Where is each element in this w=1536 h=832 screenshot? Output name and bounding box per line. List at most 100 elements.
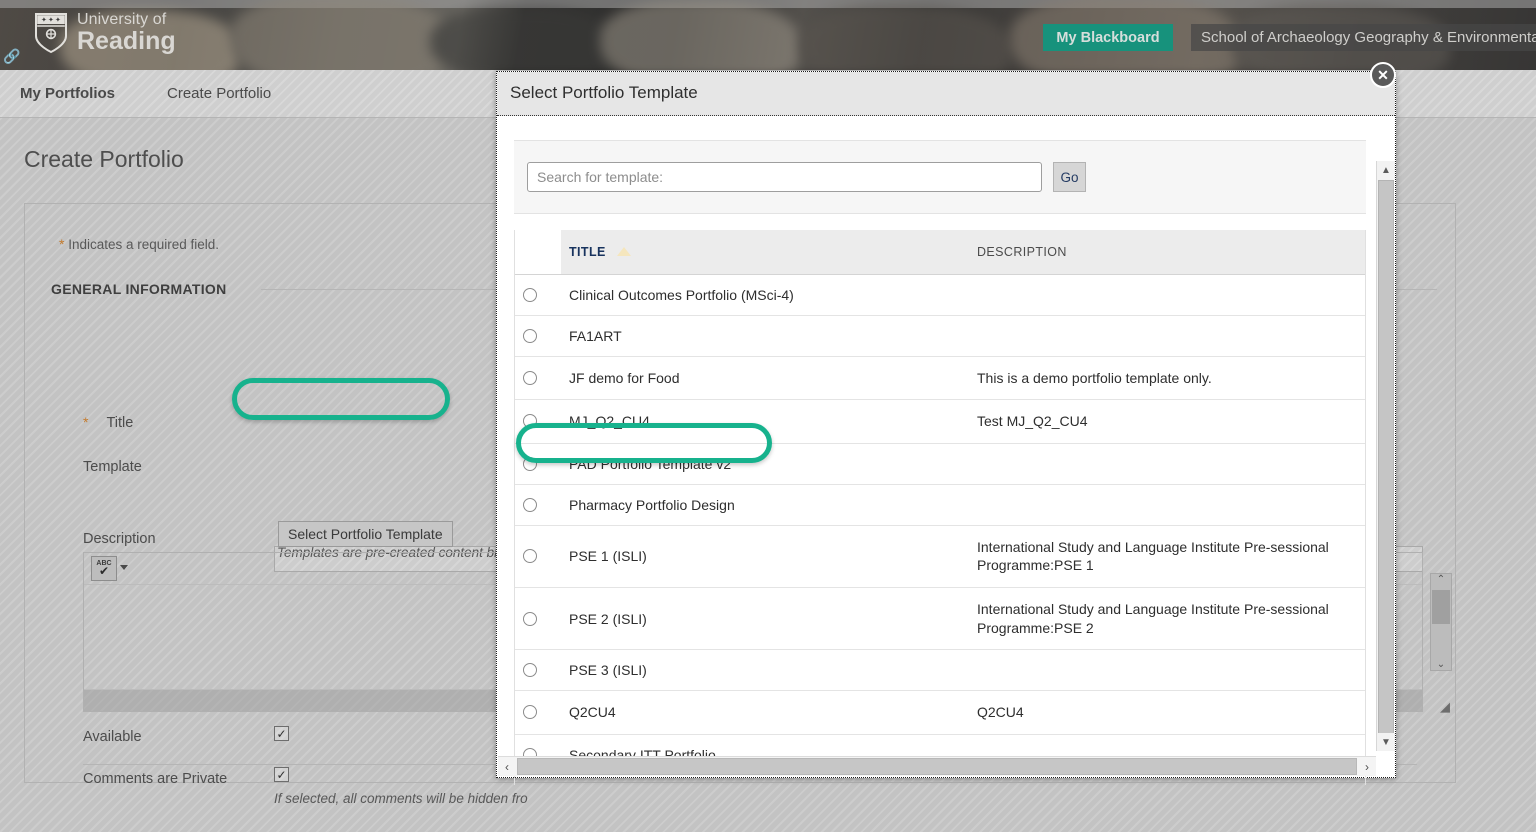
chevron-up-icon[interactable]: ▲ [1377,161,1395,179]
scrollbar-thumb[interactable] [1432,590,1450,624]
template-radio-button[interactable] [523,328,537,343]
search-bar: Go [514,140,1366,214]
table-cell-select [515,775,561,785]
template-radio-button[interactable] [523,663,537,678]
table-cell-select [515,649,561,692]
school-tab[interactable]: School of Archaeology Geography & Enviro… [1191,24,1536,51]
table-cell-description [969,274,1365,316]
table-cell-description [969,443,1365,485]
table-cell-title: Summer Pre-sessional 4 and 5 [561,775,969,785]
template-table-container: TITLE DESCRIPTION Clinical Outcomes Port… [514,230,1366,785]
table-row[interactable]: PSE 1 (ISLI) International Study and Lang… [515,525,1365,588]
table-row[interactable]: Clinical Outcomes Portfolio (MSci-4) [515,274,1365,316]
template-radio-button[interactable] [523,611,537,626]
link-icon[interactable]: 🔗 [2,46,22,66]
university-crest-icon: ✦ ✦ ✦ [35,13,67,54]
table-row[interactable]: Q2CU4 Q2CU4 [515,690,1365,735]
table-cell-description: Test MJ_Q2_CU4 [969,399,1365,444]
available-checkbox[interactable]: ✓ [274,726,289,741]
template-radio-button[interactable] [523,497,537,512]
description-field-label: Description [83,531,156,547]
chevron-down-icon[interactable]: ⌄ [1437,659,1445,670]
comments-private-label: Comments are Private [83,771,228,787]
modal-header: Select Portfolio Template [497,72,1395,116]
logo-line-2: Reading [77,27,176,55]
abc-spellcheck-icon[interactable]: ABC ✔ [91,556,117,581]
column-header-select [515,230,561,275]
modal-vertical-scrollbar[interactable]: ▲ ▼ [1376,161,1395,751]
university-logo[interactable]: ✦ ✦ ✦ University of Reading [34,12,176,54]
table-row[interactable]: PSE 3 (ISLI) [515,649,1365,692]
table-cell-title: Clinical Outcomes Portfolio (MSci-4) [561,274,969,316]
template-radio-button[interactable] [523,370,537,385]
template-radio-button[interactable] [523,456,537,471]
svg-text:✦: ✦ [55,16,61,24]
chevron-left-icon[interactable]: ‹ [498,757,516,776]
select-portfolio-template-button[interactable]: Select Portfolio Template [278,521,453,547]
table-cell-description: International Study and Language Institu… [969,525,1365,588]
section-heading-general-information: GENERAL INFORMATION [51,281,227,297]
modal-horizontal-scrollbar[interactable]: ‹ › [498,756,1376,776]
table-cell-description: Q2CU4 [969,690,1365,735]
comments-private-checkbox[interactable]: ✓ [274,767,289,782]
my-blackboard-button[interactable]: My Blackboard [1043,24,1173,51]
chevron-up-icon[interactable]: ⌃ [1437,574,1445,585]
table-row[interactable]: PAD Portfolio Template v2 [515,443,1365,485]
table-cell-description [969,315,1365,357]
table-row[interactable]: FA1ART [515,315,1365,357]
table-cell-title: JF demo for Food [561,356,969,401]
table-cell-select [515,525,561,588]
column-header-description[interactable]: DESCRIPTION [969,230,1365,275]
table-cell-title: Pharmacy Portfolio Design [561,484,969,526]
nav-item-my-portfolios[interactable]: My Portfolios [20,85,115,102]
checkmark-icon: ✓ [276,726,287,741]
svg-text:✦: ✦ [41,16,47,24]
table-row[interactable]: JF demo for Food This is a demo portfolio… [515,356,1365,401]
logo-line-1: University of [77,11,167,28]
site-banner: ✦ ✦ ✦ University of Reading 🔗 My Blackbo… [0,0,1536,70]
resize-handle[interactable]: ◢ [1440,699,1450,715]
search-input[interactable] [527,162,1042,192]
table-row[interactable]: Summer Pre-sessional 4 and 5 [515,775,1365,785]
modal-title: Select Portfolio Template [510,83,698,102]
available-label: Available [83,729,142,745]
column-header-title[interactable]: TITLE [561,230,969,275]
template-radio-button[interactable] [523,414,537,429]
go-button[interactable]: Go [1053,162,1086,192]
template-radio-button[interactable] [523,705,537,720]
template-radio-button[interactable] [523,549,537,564]
template-table: TITLE DESCRIPTION Clinical Outcomes Port… [515,230,1365,785]
checkmark-icon: ✓ [276,767,287,782]
table-cell-description: International Study and Language Institu… [969,587,1365,651]
template-field-label: Template [83,459,142,475]
chevron-down-icon[interactable] [120,565,128,570]
checkmark-icon: ✔ [98,564,110,578]
required-field-note-text: Indicates a required field. [68,237,220,252]
title-field-label: * Title [83,414,133,431]
table-cell-select [515,690,561,735]
template-radio-button[interactable] [523,287,537,302]
table-cell-description [969,649,1365,692]
close-icon[interactable]: ✕ [1370,62,1396,88]
table-cell-select [515,399,561,444]
template-table-body: Clinical Outcomes Portfolio (MSci-4) FA1A… [515,274,1365,785]
table-row[interactable]: Pharmacy Portfolio Design [515,484,1365,526]
editor-vertical-scrollbar[interactable]: ⌃ ⌄ [1430,573,1452,671]
chevron-down-icon[interactable]: ▼ [1377,733,1395,751]
table-cell-title: MJ_Q2_CU4 [561,399,969,444]
horizontal-scrollbar-thumb[interactable] [517,758,1357,775]
table-cell-description [969,775,1365,785]
table-cell-title: Q2CU4 [561,690,969,735]
table-cell-title: PSE 1 (ISLI) [561,525,969,588]
table-cell-description [969,484,1365,526]
nav-item-create-portfolio[interactable]: Create Portfolio [167,85,271,102]
table-row[interactable]: PSE 2 (ISLI) International Study and Lang… [515,587,1365,651]
table-cell-title: PSE 3 (ISLI) [561,649,969,692]
page-title: Create Portfolio [24,146,184,172]
table-cell-description: This is a demo portfolio template only. [969,356,1365,401]
select-portfolio-template-modal: Select Portfolio Template ✕ Go TITLE DES… [496,62,1396,785]
vertical-scrollbar-thumb[interactable] [1378,180,1394,735]
chevron-right-icon[interactable]: › [1358,757,1376,776]
table-row[interactable]: MJ_Q2_CU4 Test MJ_Q2_CU4 [515,399,1365,444]
sort-ascending-triangle-icon[interactable] [616,246,631,256]
